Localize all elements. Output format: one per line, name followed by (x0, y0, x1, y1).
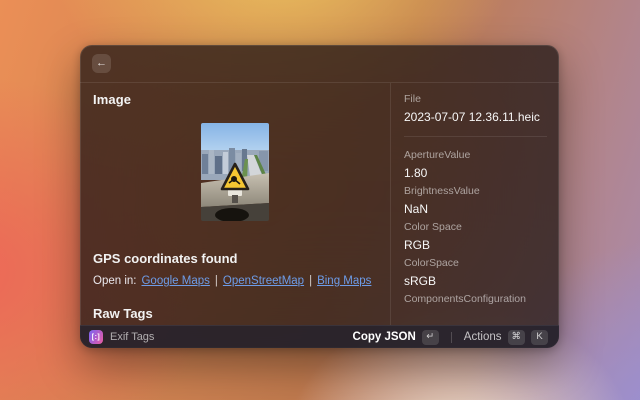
app-chip: [:] Exif Tags (89, 330, 154, 344)
raw-tags-heading: Raw Tags (93, 306, 377, 321)
metadata-value: sRGB (404, 274, 547, 288)
metadata-value: 1.80 (404, 166, 547, 180)
metadata-label: File (404, 93, 547, 106)
thumbnail-container (93, 123, 377, 221)
back-button[interactable]: ← (92, 54, 111, 73)
metadata-panel[interactable]: File 2023-07-07 12.36.11.heic ApertureVa… (390, 83, 559, 325)
metadata-value: 2023-07-07 12.36.11.heic (404, 110, 547, 124)
desktop-background: ← Image (0, 0, 640, 400)
metadata-value (404, 310, 547, 324)
metadata-value: NaN (404, 202, 547, 216)
open-in-prefix: Open in: (93, 275, 136, 287)
window-body: Image (80, 83, 559, 325)
metadata-label: ComponentsConfiguration (404, 293, 547, 306)
metadata-row: ColorSpace sRGB (404, 257, 547, 288)
metadata-row: ApertureValue 1.80 (404, 149, 547, 180)
metadata-row: BrightnessValue NaN (404, 185, 547, 216)
link-separator: | (215, 275, 218, 287)
k-key-badge: K (531, 330, 548, 345)
footer-actions: Copy JSON ↵ Actions ⌘ K (351, 328, 550, 347)
cmd-key-badge: ⌘ (508, 330, 526, 345)
metadata-label: ApertureValue (404, 149, 547, 162)
metadata-row-file: File 2023-07-07 12.36.11.heic (404, 93, 547, 124)
return-key-badge: ↵ (422, 330, 439, 345)
footer-divider (451, 332, 452, 343)
photo-thumbnail (201, 123, 269, 221)
metadata-row: ComponentsConfiguration (404, 293, 547, 324)
metadata-label: ColorSpace (404, 257, 547, 270)
window-header: ← (80, 45, 559, 83)
actions-button[interactable]: Actions ⌘ K (462, 328, 550, 347)
copy-json-button[interactable]: Copy JSON ↵ (351, 328, 441, 347)
metadata-divider (404, 136, 547, 137)
exif-tags-window: ← Image (80, 45, 559, 348)
app-icon-glyph: [:] (92, 334, 101, 341)
actions-label: Actions (464, 331, 502, 343)
metadata-label: Color Space (404, 221, 547, 234)
gps-heading: GPS coordinates found (93, 251, 377, 266)
metadata-label: BrightnessValue (404, 185, 547, 198)
metadata-row: Color Space RGB (404, 221, 547, 252)
metadata-value: RGB (404, 238, 547, 252)
open-in-line: Open in: Google Maps | OpenStreetMap | B… (93, 275, 377, 287)
detail-content-panel: Image (80, 83, 390, 325)
window-footer: [:] Exif Tags Copy JSON ↵ Actions ⌘ K (80, 325, 559, 348)
google-maps-link[interactable]: Google Maps (141, 275, 209, 287)
image-heading: Image (93, 92, 377, 107)
back-icon: ← (96, 58, 107, 69)
link-separator: | (309, 275, 312, 287)
exif-tags-app-icon: [:] (89, 330, 103, 344)
bing-maps-link[interactable]: Bing Maps (317, 275, 371, 287)
openstreetmap-link[interactable]: OpenStreetMap (223, 275, 304, 287)
app-name: Exif Tags (110, 331, 154, 343)
copy-json-label: Copy JSON (353, 331, 416, 343)
